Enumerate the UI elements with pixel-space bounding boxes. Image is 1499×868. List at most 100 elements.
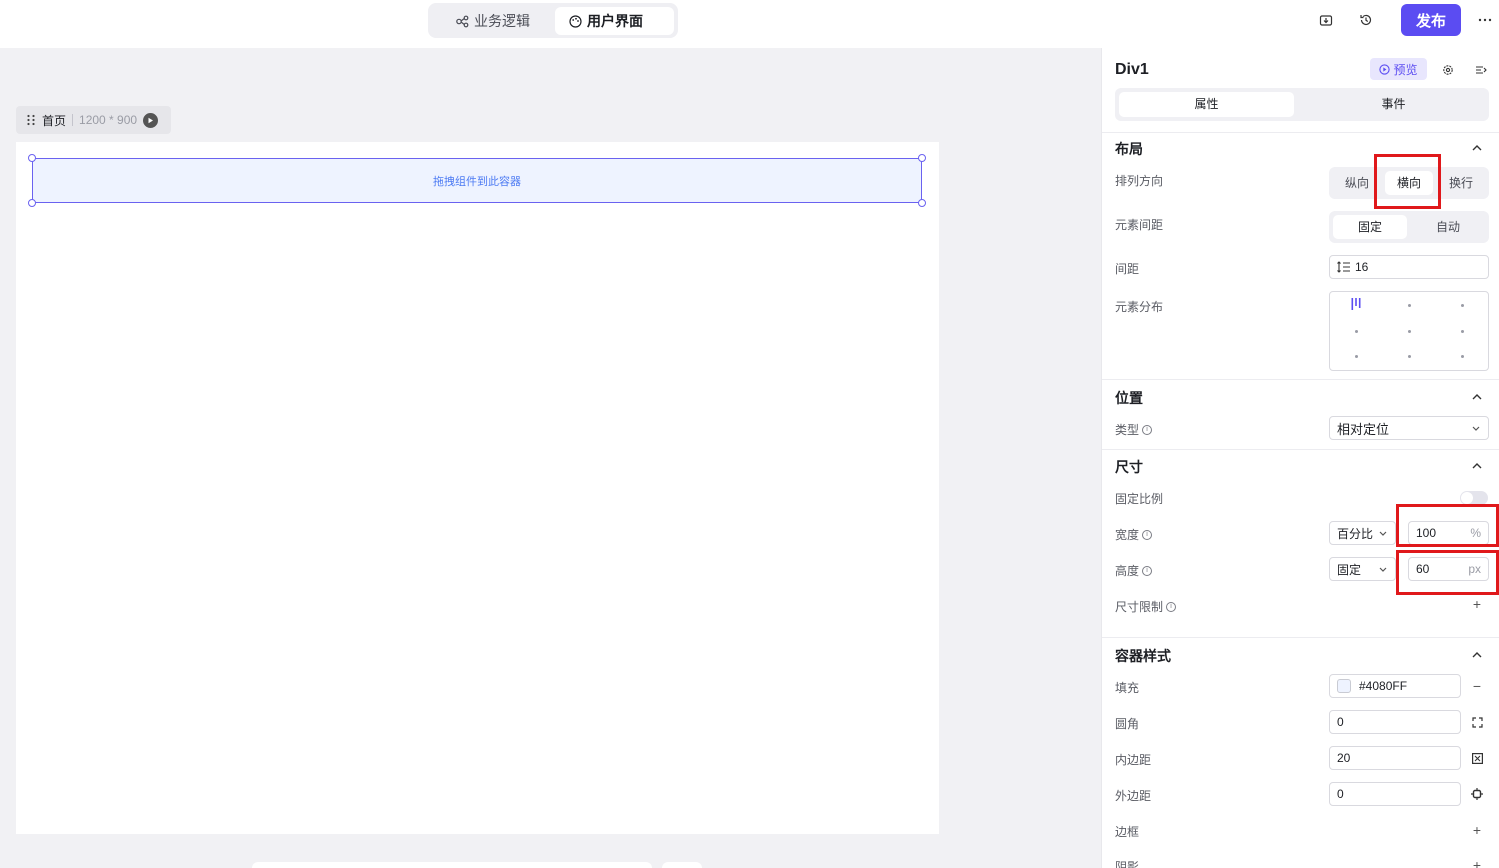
chevron-up-icon[interactable] <box>1471 142 1483 154</box>
align-dot[interactable] <box>1408 304 1411 307</box>
radius-value: 0 <box>1337 715 1344 729</box>
settings-button[interactable] <box>1441 63 1455 77</box>
add-size-limit-button[interactable]: + <box>1470 596 1484 612</box>
position-type-label-text: 类型 <box>1115 423 1140 437</box>
resize-handle-top-right[interactable] <box>918 154 926 162</box>
margin-input[interactable]: 0 <box>1329 782 1461 806</box>
width-label-text: 宽度 <box>1115 528 1140 542</box>
gap-input[interactable]: 16 <box>1329 255 1489 279</box>
panel-tabs: 属性 事件 <box>1115 88 1489 121</box>
section-style-title: 容器样式 <box>1115 648 1171 664</box>
padding-label: 内边距 <box>1115 753 1152 767</box>
top-bar: 业务逻辑 用户界面 发布 <box>0 0 1499 48</box>
add-border-button[interactable]: + <box>1470 822 1484 838</box>
height-label-text: 高度 <box>1115 564 1140 578</box>
spacing-fixed[interactable]: 固定 <box>1333 215 1407 239</box>
logic-flow-icon <box>456 15 469 27</box>
width-label: 宽度 i <box>1115 526 1153 543</box>
fixed-ratio-label: 固定比例 <box>1115 492 1164 506</box>
divider <box>1102 449 1499 450</box>
margin-label: 外边距 <box>1115 789 1152 803</box>
tab-properties[interactable]: 属性 <box>1119 92 1294 117</box>
tab-user-interface[interactable]: 用户界面 <box>555 7 674 35</box>
border-label: 边框 <box>1115 825 1140 839</box>
margin-per-side-button[interactable] <box>1470 787 1484 801</box>
section-size-title: 尺寸 <box>1115 459 1143 475</box>
add-shadow-button[interactable]: + <box>1470 857 1484 868</box>
padding-box-icon <box>1471 752 1483 764</box>
history-button[interactable] <box>1352 6 1380 34</box>
plus-icon: + <box>1472 822 1482 838</box>
resize-handle-bottom-right[interactable] <box>918 199 926 207</box>
divider <box>1102 379 1499 380</box>
divider <box>72 114 74 126</box>
info-icon: i <box>1142 424 1153 435</box>
tab-business-logic-label: 业务逻辑 <box>474 13 530 29</box>
align-top-left-icon[interactable] <box>1351 298 1361 310</box>
distribution-label: 元素分布 <box>1115 300 1164 314</box>
line-spacing-icon <box>1337 261 1350 273</box>
size-limit-label-text: 尺寸限制 <box>1115 600 1164 614</box>
section-layout-title: 布局 <box>1115 141 1143 157</box>
distribution-grid[interactable] <box>1329 291 1489 371</box>
page-tag[interactable]: 首页 1200 * 900 <box>16 106 171 134</box>
remove-fill-button[interactable]: − <box>1470 678 1484 694</box>
gap-label: 间距 <box>1115 262 1140 276</box>
align-dot[interactable] <box>1355 330 1358 333</box>
align-dot[interactable] <box>1408 355 1411 358</box>
chevron-down-icon <box>1379 531 1387 536</box>
publish-button[interactable]: 发布 <box>1401 4 1461 36</box>
collapse-panel-button[interactable] <box>1474 63 1488 77</box>
drag-handle-icon[interactable] <box>26 114 36 126</box>
preview-button[interactable]: 预览 <box>1370 58 1427 80</box>
color-swatch[interactable] <box>1337 679 1351 693</box>
properties-panel: Div1 预览 属性 事件 布局 排列方向 纵向 横向 换行 元素间距 固定 自… <box>1101 48 1499 868</box>
palette-icon <box>569 14 582 28</box>
position-type-label: 类型 i <box>1115 421 1153 438</box>
chevron-up-icon[interactable] <box>1471 460 1483 472</box>
artboard[interactable] <box>16 142 939 834</box>
direction-wrap[interactable]: 换行 <box>1437 171 1485 195</box>
fill-label: 填充 <box>1115 681 1140 695</box>
align-dot[interactable] <box>1408 330 1411 333</box>
width-mode-select[interactable]: 百分比 <box>1329 521 1396 545</box>
chevron-up-icon[interactable] <box>1471 391 1483 403</box>
page-name: 首页 <box>42 113 67 128</box>
spacing-auto[interactable]: 自动 <box>1411 215 1485 239</box>
radius-per-corner-button[interactable] <box>1470 715 1484 729</box>
tab-events[interactable]: 事件 <box>1306 92 1481 117</box>
info-icon: i <box>1166 601 1177 612</box>
spacing-label: 元素间距 <box>1115 218 1164 232</box>
tab-business-logic[interactable]: 业务逻辑 <box>442 7 544 35</box>
collapse-right-icon <box>1476 66 1487 74</box>
save-draft-button[interactable] <box>1312 6 1340 34</box>
position-type-select[interactable]: 相对定位 <box>1329 416 1489 440</box>
more-button[interactable] <box>1471 6 1499 34</box>
resize-handle-top-left[interactable] <box>28 154 36 162</box>
divider <box>1102 637 1499 638</box>
align-dot[interactable] <box>1461 355 1464 358</box>
shadow-label: 阴影 <box>1115 860 1140 868</box>
chevron-down-icon <box>1379 567 1387 572</box>
padding-per-side-button[interactable] <box>1470 751 1484 765</box>
resize-handle-bottom-left[interactable] <box>28 199 36 207</box>
fixed-ratio-toggle[interactable] <box>1460 491 1488 505</box>
play-icon[interactable] <box>143 112 159 128</box>
radius-input[interactable]: 0 <box>1329 710 1461 734</box>
align-dot[interactable] <box>1461 330 1464 333</box>
direction-label: 排列方向 <box>1115 174 1164 188</box>
container-drop-zone[interactable]: 拖拽组件到此容器 <box>32 158 922 203</box>
corners-icon <box>1471 716 1483 728</box>
padding-input[interactable]: 20 <box>1329 746 1461 770</box>
align-dot[interactable] <box>1355 355 1358 358</box>
gear-icon <box>1443 65 1453 75</box>
radius-label: 圆角 <box>1115 717 1140 731</box>
fill-input[interactable]: #4080FF <box>1329 674 1461 698</box>
highlight-box <box>1396 504 1499 547</box>
history-icon <box>1360 14 1372 26</box>
tab-user-interface-label: 用户界面 <box>587 13 643 29</box>
bottom-toolbar-extra <box>662 862 702 868</box>
chevron-up-icon[interactable] <box>1471 649 1483 661</box>
align-dot[interactable] <box>1461 304 1464 307</box>
height-mode-select[interactable]: 固定 <box>1329 557 1396 581</box>
